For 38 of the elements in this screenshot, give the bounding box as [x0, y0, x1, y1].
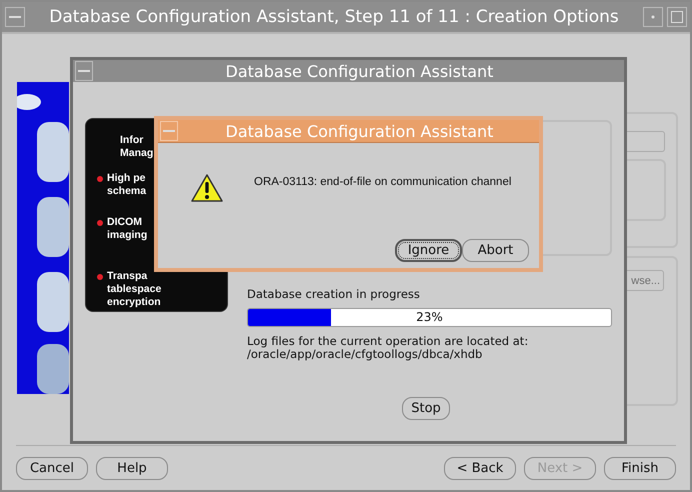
minimize-button[interactable] [643, 7, 663, 27]
maximize-button[interactable] [667, 7, 687, 27]
window-menu-button[interactable] [160, 121, 178, 141]
banner-heading: Infor [120, 134, 144, 147]
banner-text: imaging [107, 229, 148, 242]
status-text: Database creation in progress [247, 287, 421, 301]
banner-text: Transpa [107, 270, 148, 283]
window-menu-button[interactable] [5, 7, 25, 27]
bullet-dot [97, 220, 103, 226]
dash-icon [9, 15, 21, 19]
alert-title: Database Configuration Assistant [224, 122, 494, 140]
bullet-dot [97, 176, 103, 182]
log-text: Log files for the current operation are located at: [247, 335, 530, 348]
footer-button[interactable]: < Back [444, 456, 516, 480]
bullet-dot [97, 274, 103, 280]
stop-button[interactable]: Stop [402, 397, 450, 420]
dash-icon [163, 129, 175, 133]
dot-icon [651, 15, 655, 19]
error-message: ORA-03113: end-of-file on communication channel [254, 176, 512, 188]
banner-text: DICOM [107, 216, 143, 229]
banner-text: schema [107, 185, 146, 198]
progress-window-title: Database Configuration Assistant [224, 62, 494, 80]
banner-text: High pe [107, 172, 146, 185]
window-menu-button[interactable] [75, 61, 93, 81]
window-title: Database Configuration Assistant, Step 11 of 11 : Creation Options [48, 7, 620, 27]
ignore-button[interactable]: Ignore [395, 239, 462, 262]
square-icon [671, 11, 683, 23]
banner-heading: Manag [120, 147, 154, 160]
banner-text: encryption [107, 296, 162, 309]
banner-text: tablespace [107, 283, 162, 296]
abort-button[interactable]: Abort [462, 239, 529, 262]
progress-percent: 23% [415, 309, 444, 326]
log-text: /oracle/app/oracle/cfgtoollogs/dbca/xhdb [247, 348, 484, 361]
dash-icon [78, 69, 90, 73]
footer-button[interactable]: Cancel [16, 456, 88, 480]
footer-button[interactable]: Help [96, 456, 168, 480]
warning-icon [190, 173, 224, 203]
footer-button[interactable]: Finish [604, 456, 676, 480]
